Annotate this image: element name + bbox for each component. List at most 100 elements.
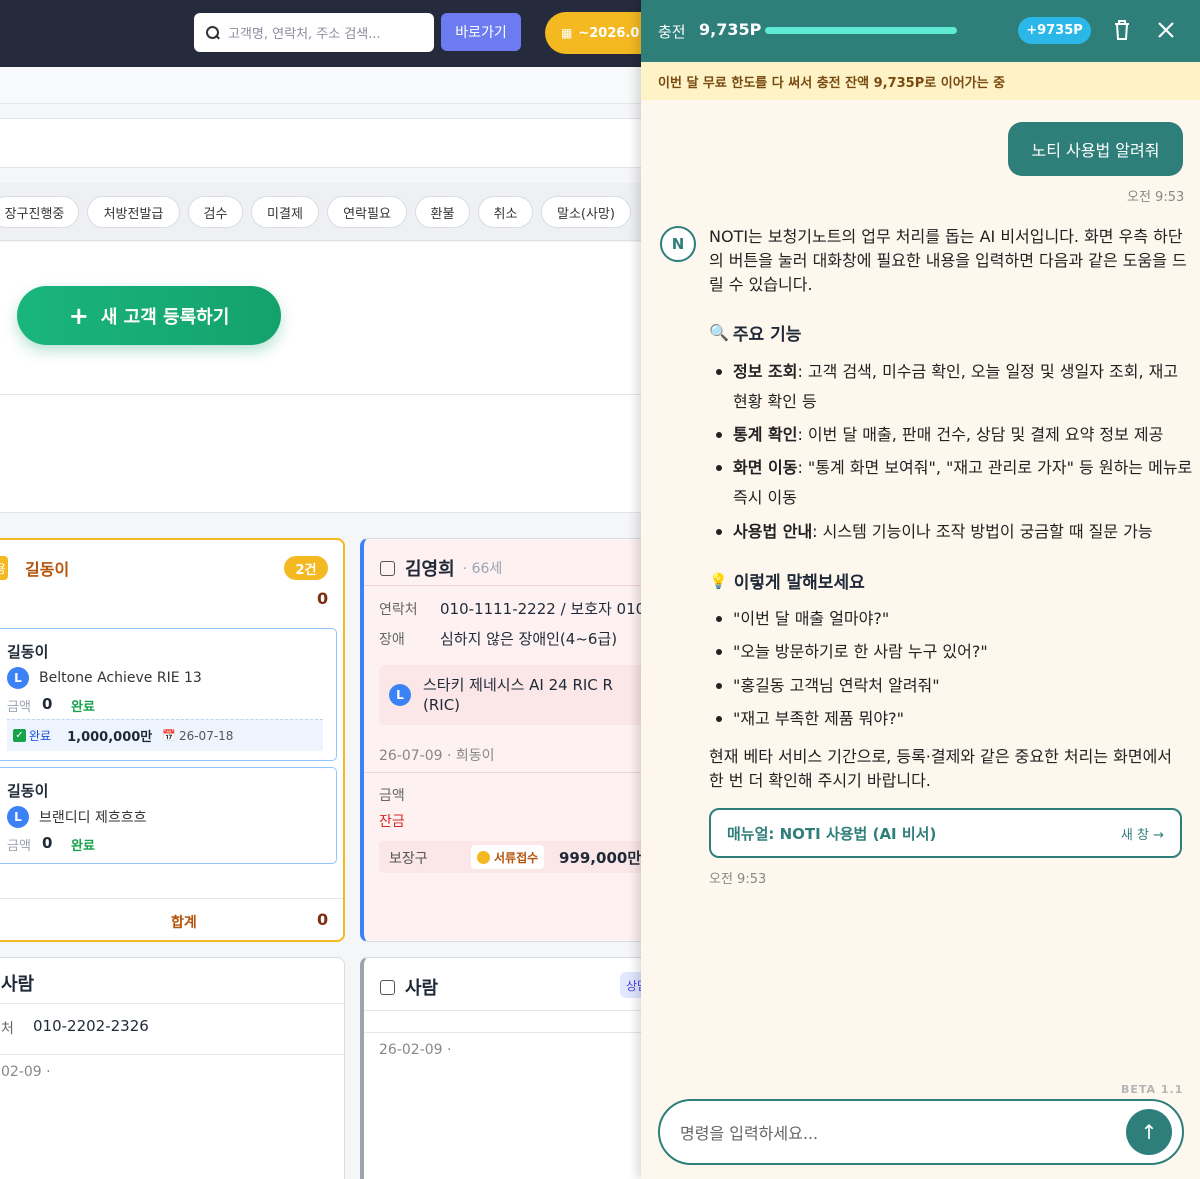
product-name: Beltone Achieve RIE 13 [39, 670, 202, 686]
beta-notice: 현재 베타 서비스 기간으로, 등록·결제와 같은 중요한 처리는 화면에서 한… [709, 747, 1173, 790]
select-checkbox[interactable] [380, 560, 395, 576]
new-window-link[interactable]: 새 창 → [1121, 824, 1164, 843]
bot-timestamp: 오전 9:53 [709, 872, 767, 887]
examples-title: 이렇게 말해보세요 [733, 573, 865, 593]
example-item: "이번 달 매출 얼마야?" [716, 604, 1193, 634]
customer-card[interactable]: 사람 처 010-2202-2326 02-09 · [0, 957, 345, 1179]
calendar-icon: 📅 [162, 729, 176, 742]
chip-unpaid[interactable]: 미결제 [251, 196, 319, 228]
divider [0, 1054, 344, 1055]
product-name: 스타키 제네시스 AI 24 RIC R (RIC) [423, 676, 613, 714]
example-item: "재고 부족한 제품 뭐야?" [716, 704, 1193, 734]
amount-value: 0 [42, 695, 53, 713]
search-icon [206, 25, 220, 40]
contact-value: 010-2202-2326 [33, 1017, 149, 1035]
contact-label: 연락처 [379, 602, 418, 618]
search-input[interactable]: 고객명, 연락처, 주소 검색... [194, 13, 434, 52]
customer-card[interactable]: 용 길동이 2건 0 길동이 L Beltone Achieve RIE 13 … [0, 538, 345, 942]
chip-in-progress[interactable]: 장구진행중 [0, 196, 79, 228]
l-icon: L [7, 806, 29, 828]
count-badge: 2건 [284, 556, 328, 580]
total-value: 0 [317, 589, 329, 608]
status-chips: 장구진행중 처방전발급 검수 미결제 연락필요 환불 취소 말소(사망) [0, 183, 641, 241]
charge-bar [765, 27, 957, 34]
bot-avatar: N [660, 226, 696, 262]
feature-item: 정보 조회: 고객 검색, 미수금 확인, 오늘 일정 및 생일자 조회, 재고… [716, 357, 1193, 417]
l-icon: L [7, 667, 29, 689]
filter-row-2 [0, 118, 641, 168]
close-icon[interactable] [1155, 19, 1177, 41]
bot-intro: NOTI는 보청기노트의 업무 처리를 돕는 AI 비서입니다. 화면 우측 하… [709, 227, 1187, 294]
customer-name: 사람 [405, 978, 439, 999]
go-button[interactable]: 바로가기 [441, 13, 521, 51]
product-name: 브랜디디 제흐흐흐 [39, 810, 147, 826]
customer-card[interactable]: 김영희 · 66세 연락처 010-1111-2222 / 보호자 010- 장… [360, 538, 641, 942]
item-name: 길동이 [7, 782, 49, 800]
manual-link-button[interactable]: 매뉴얼: NOTI 사용법 (AI 비서) 새 창 → [709, 808, 1182, 858]
points-badge[interactable]: +9735P [1018, 17, 1091, 44]
select-checkbox[interactable] [380, 979, 395, 995]
main-content: 고객명, 연락처, 주소 검색... 바로가기 ▦ ~2026.0 장구진행중 … [0, 0, 641, 1179]
purchase-item[interactable]: 길동이 L Beltone Achieve RIE 13 금액 0 완료 ✓ 완… [0, 628, 337, 761]
disability-value: 심하지 않은 장애인(4~6급) [440, 630, 618, 648]
quota-warning: 이번 달 무료 한도를 다 써서 충전 잔액 9,735P로 이어가는 중 [641, 62, 1200, 100]
pending-icon [477, 850, 490, 864]
top-bar: 고객명, 연락처, 주소 검색... 바로가기 ▦ ~2026.0 [0, 0, 641, 67]
divider [364, 1032, 641, 1033]
l-icon: L [389, 684, 411, 706]
divider [0, 512, 641, 513]
charge-label: 충전 [658, 23, 686, 41]
card-meta: 02-09 · [1, 1064, 51, 1080]
arrow-up-icon: ↑ [1140, 1120, 1158, 1144]
customer-card[interactable]: 사람 상담 26-02-09 · [360, 957, 641, 1179]
amount-label: 금액 [7, 700, 31, 715]
balance-label: 잔금 [379, 814, 405, 830]
product-box: L 스타키 제네시스 AI 24 RIC R (RIC) [379, 665, 641, 725]
chip-prescription[interactable]: 처방전발급 [87, 196, 180, 228]
sum-value: 0 [317, 910, 329, 929]
contact-label: 처 [1, 1021, 14, 1037]
feature-item: 사용법 안내: 시스템 기능이나 조작 방법이 궁금할 때 질문 가능 [716, 517, 1193, 547]
status-label: 완료 [71, 839, 95, 854]
features-title: 주요 기능 [732, 325, 802, 345]
filter-row [0, 67, 641, 104]
divider [364, 1010, 641, 1011]
support-row: 보장구 서류접수 999,000만 [379, 841, 641, 873]
charge-value: 9,735P [699, 20, 762, 39]
consult-tag: 상담 [620, 972, 641, 998]
amount-value: 0 [42, 834, 53, 852]
disability-label: 장애 [379, 632, 405, 648]
new-customer-button[interactable]: + 새 고객 등록하기 [17, 286, 281, 345]
divider [364, 585, 641, 586]
user-message: 노티 사용법 알려줘 [1008, 122, 1183, 176]
status-label: 완료 [71, 700, 95, 715]
chip-refund[interactable]: 환불 [415, 196, 470, 228]
customer-name: 김영희 [405, 559, 455, 580]
divider [0, 1003, 344, 1004]
chip-inspection[interactable]: 검수 [188, 196, 243, 228]
chip-deceased[interactable]: 말소(사망) [541, 196, 631, 228]
example-item: "홍길동 고객님 연락처 알려줘" [716, 671, 1193, 701]
customer-name: 길동이 [25, 560, 70, 579]
version-label: BETA 1.1 [1121, 1083, 1184, 1096]
customer-name: 사람 [1, 974, 35, 995]
command-input[interactable]: 명령을 입력하세요... ↑ [658, 1099, 1184, 1165]
panel-header: 충전 9,735P +9735P [641, 0, 1200, 62]
customer-age: · 66세 [462, 561, 503, 577]
purchase-item[interactable]: 길동이 L 브랜디디 제흐흐흐 금액 0 완료 [0, 767, 337, 864]
item-name: 길동이 [7, 643, 49, 661]
chip-contact-needed[interactable]: 연락필요 [327, 196, 407, 228]
sum-label: 합계 [171, 915, 197, 931]
trash-icon[interactable] [1111, 18, 1133, 42]
card-badge: 용 [0, 556, 8, 580]
card-meta: 26-07-09 · 희동이 [379, 748, 495, 764]
calendar-icon: ▦ [561, 26, 573, 40]
feature-item: 화면 이동: "통계 화면 보여줘", "재고 관리로 가자" 등 원하는 메뉴… [716, 453, 1193, 513]
user-timestamp: 오전 9:53 [1127, 190, 1185, 205]
date-filter-button[interactable]: ▦ ~2026.0 [545, 12, 641, 54]
card-meta: 26-02-09 · [379, 1042, 452, 1058]
chip-cancel[interactable]: 취소 [478, 196, 533, 228]
check-icon: ✓ [13, 729, 26, 742]
example-item: "오늘 방문하기로 한 사람 누구 있어?" [716, 637, 1193, 667]
send-button[interactable]: ↑ [1126, 1109, 1172, 1155]
